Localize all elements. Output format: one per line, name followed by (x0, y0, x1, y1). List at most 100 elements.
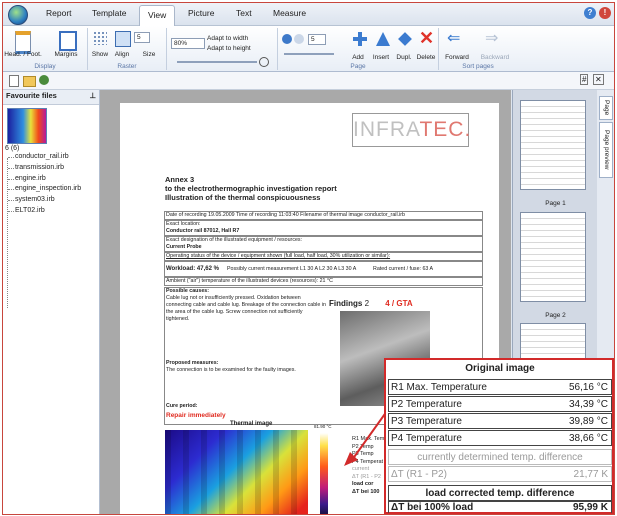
page-thumbnail-1[interactable] (520, 100, 586, 190)
location-row: Exact location: Conductor rail 87012, Ha… (164, 220, 483, 236)
cure-value: Repair immediately (166, 412, 226, 419)
page-spinner[interactable]: 5 (308, 34, 326, 45)
thermal-image-label: Thermal image (230, 421, 273, 427)
new-file-icon[interactable] (9, 75, 19, 87)
adapt-width-button[interactable]: Adapt to width (207, 35, 267, 42)
favourites-tree: conductor_rail.irb transmission.irb engi… (5, 152, 81, 217)
operating-status-row: Operating status of the device / equipme… (164, 252, 483, 261)
tab-page-preview[interactable]: Page preview (599, 122, 613, 178)
thermal-image-overlay (165, 430, 308, 514)
workload-value: Workload: 47,62 % (166, 266, 219, 272)
forward-button[interactable]: Forward (439, 54, 475, 61)
ribbon-tab-bar: Report Template View Picture Text Measur… (3, 3, 614, 26)
margins-button[interactable]: Margins (47, 51, 85, 58)
zoom-slider[interactable] (177, 61, 257, 63)
scale-max: 81.90 °C (314, 424, 332, 429)
align-button[interactable]: Align (111, 51, 133, 58)
tab-report[interactable]: Report (46, 8, 72, 18)
pin-icon[interactable]: # (580, 74, 589, 85)
workload-row: Workload: 47,62 % Possibly current measu… (164, 261, 483, 277)
zoom-input[interactable]: 80% (171, 38, 205, 49)
delete-icon: ✕ (419, 28, 435, 48)
ribbon: Head. / Foot. Margins Display Show Align… (3, 26, 614, 72)
group-display: Head. / Foot. Margins Display (3, 28, 88, 70)
page-thumbnail-2[interactable] (520, 212, 586, 302)
pin-icon[interactable]: ⊥ (89, 91, 96, 100)
backward-button[interactable]: Backward (475, 54, 515, 61)
overlay-row: P4 Temperature 38,66 °C (388, 430, 612, 446)
margins-icon (59, 31, 77, 51)
recording-row: Date of recording 19.05.2009 Time of rec… (164, 211, 483, 220)
annex-number: Annex 3 (165, 175, 195, 184)
forward-arrow-icon: ⇐ (447, 30, 461, 47)
equipment-value: Current Probe (166, 244, 202, 250)
mini-row: ΔT bei 100 (352, 488, 380, 495)
backward-arrow-icon: ⇒ (485, 30, 499, 47)
zoom-callout-table: Original image R1 Max. Temperature 56,16 … (384, 358, 614, 514)
overlay-diff-row: ΔT (R1 - P2) 21,77 K (388, 466, 612, 482)
overlay-diff-title: currently determined temp. difference (388, 449, 612, 465)
zoom-icon[interactable] (259, 57, 269, 67)
tab-text[interactable]: Text (236, 8, 252, 18)
equipment-label: Exact designation of the illustrated equ… (166, 237, 303, 243)
causes-title: Possible causes: (166, 288, 209, 294)
size-label: Size (142, 51, 156, 58)
findings-heading: Findings 2 4 / GTA (329, 299, 413, 308)
measures-title: Proposed measures: (166, 360, 219, 366)
page-label-1: Page 1 (545, 200, 566, 207)
grid-icon (93, 31, 107, 45)
favourite-thumbnail[interactable] (7, 108, 47, 144)
show-grid-button[interactable]: Show (88, 51, 112, 58)
group-label-sort: Sort pages (462, 63, 494, 70)
insert-page-button[interactable]: Insert (368, 54, 394, 61)
globe-icon[interactable] (39, 75, 49, 85)
cure-title: Cure period: (166, 403, 198, 409)
tree-item[interactable]: transmission.irb (5, 163, 81, 174)
tab-measure[interactable]: Measure (273, 8, 306, 18)
infratec-logo: INFRATEC. (352, 113, 470, 147)
raster-size-spinner[interactable]: 5 (134, 32, 150, 43)
ambient-row: Ambient ("air") temperature of the illus… (164, 277, 483, 286)
app-menu-button[interactable] (8, 5, 28, 25)
tree-item[interactable]: engine_inspection.irb (5, 184, 81, 195)
add-page-button[interactable]: Add (346, 54, 370, 61)
page-next-icon[interactable] (294, 34, 304, 44)
tab-picture[interactable]: Picture (188, 8, 214, 18)
close-pane-icon[interactable]: ✕ (593, 74, 604, 85)
tree-item[interactable]: conductor_rail.irb (5, 152, 81, 163)
tab-page[interactable]: Page (599, 96, 613, 120)
tab-view[interactable]: View (139, 5, 176, 26)
overlay-row: P3 Temperature 39,89 °C (388, 413, 612, 429)
page-prev-icon[interactable] (282, 34, 292, 44)
measures-text: The connection is to be examined for the… (166, 367, 296, 373)
favourites-header: Favourite files ⊥ (3, 90, 99, 105)
overlay-load-title: load corrected temp. difference (388, 485, 612, 501)
group-page: 5 Add Insert Dupl. ✕ Delete Page (278, 28, 439, 70)
help-icon[interactable]: ? (584, 7, 596, 19)
overlay-row: R1 Max. Temperature 56,16 °C (388, 379, 612, 395)
group-label-page: Page (350, 63, 366, 70)
page-label-2: Page 2 (545, 312, 566, 319)
open-folder-icon[interactable] (23, 76, 36, 87)
tree-item[interactable]: engine.irb (5, 174, 81, 185)
tab-template[interactable]: Template (92, 8, 127, 18)
page-slider[interactable] (284, 53, 334, 55)
tree-item[interactable]: ELT02.irb (5, 206, 81, 217)
head-foot-button[interactable]: Head. / Foot. (3, 51, 43, 58)
annex-title: Illustration of the thermal conspicuousn… (165, 193, 321, 202)
group-label-display: Display (34, 63, 56, 70)
insert-page-icon (376, 32, 390, 46)
location-label: Exact location: (166, 221, 201, 227)
info-icon[interactable]: ! (599, 7, 611, 19)
mini-row: ΔT (R1 - P2 (352, 473, 381, 480)
overlay-load-row: ΔT bei 100% load 95,99 K (388, 501, 612, 513)
color-scale (320, 433, 328, 514)
tree-item[interactable]: system03.irb (5, 195, 81, 206)
overlay-row: P2 Temperature 34,39 °C (388, 396, 612, 412)
favourites-panel: Favourite files ⊥ 6 (6) conductor_rail.i… (3, 90, 100, 514)
group-label-raster: Raster (117, 63, 137, 70)
current-measurement: Possibly current measurement L1 30 A L2 … (227, 266, 357, 272)
group-zoom: 80% Adapt to width Adapt to height (167, 28, 278, 70)
adapt-height-button[interactable]: Adapt to height (207, 45, 267, 52)
delete-page-button[interactable]: Delete (412, 54, 440, 61)
